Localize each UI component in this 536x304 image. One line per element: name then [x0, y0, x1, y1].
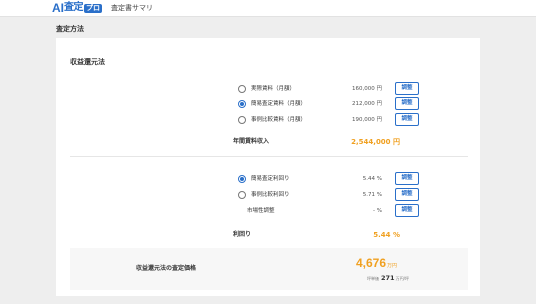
divider	[70, 156, 468, 157]
app-subtitle: 査定書サマリ	[111, 4, 153, 12]
adjust-button[interactable]: 調整	[395, 82, 419, 95]
valuation-price-label: 収益還元法の査定価格	[136, 265, 197, 272]
income-approach-card: 収益還元法 実際賃料（月額） 160,000 円 調整 簡易査定賃料（月額） 2…	[56, 38, 480, 296]
rent-row-actual: 実際賃料（月額） 160,000 円 調整	[56, 82, 480, 96]
adjust-button[interactable]: 調整	[395, 188, 419, 201]
yield-total-label: 利回り	[233, 231, 252, 238]
rent-label: 簡易査定賃料（月額）	[251, 101, 307, 107]
unit-price-unit: 万円/坪	[395, 276, 409, 281]
rent-value: 160,000 円	[352, 86, 382, 92]
annual-income-value: 2,544,000 円	[351, 138, 400, 146]
yield-value: 5.71 %	[362, 192, 382, 198]
yield-total-value: 5.44 %	[373, 231, 400, 239]
adjust-button[interactable]: 調整	[395, 204, 419, 217]
rent-row-comparison: 事例比較賃料（月額） 190,000 円 調整	[56, 113, 480, 127]
adjust-button[interactable]: 調整	[395, 172, 419, 185]
radio-simple-yield[interactable]	[238, 175, 246, 183]
valuation-price-unit: 万円	[387, 263, 398, 269]
radio-simple-rent[interactable]	[238, 100, 246, 108]
adjust-button[interactable]: 調整	[395, 97, 419, 110]
annual-income-label: 年間賃料収入	[233, 138, 270, 145]
yield-value: 5.44 %	[362, 176, 382, 182]
yield-row-market: 市場性調整 - % 調整	[56, 204, 480, 218]
yield-label: 簡易査定利回り	[251, 176, 290, 182]
rent-label: 実際賃料（月額）	[251, 86, 296, 92]
rent-value: 190,000 円	[352, 117, 382, 123]
radio-actual-rent[interactable]	[238, 85, 246, 93]
yield-row-simple: 簡易査定利回り 5.44 % 調整	[56, 172, 480, 186]
logo-kanji-text: 査定	[64, 2, 84, 13]
rent-row-simple: 簡易査定賃料（月額） 212,000 円 調整	[56, 97, 480, 111]
app-logo[interactable]: AI 査定 プロ	[52, 1, 102, 15]
unit-price-number: 271	[381, 274, 395, 282]
rent-value: 212,000 円	[352, 101, 382, 107]
card-title: 収益還元法	[70, 58, 105, 66]
logo-ai-text: AI	[52, 1, 64, 15]
yield-label: 市場性調整	[247, 208, 275, 214]
valuation-price-band: 収益還元法の査定価格 4,676万円 坪単価 271万円/坪	[70, 248, 468, 290]
rent-label: 事例比較賃料（月額）	[251, 117, 307, 123]
radio-comparison-rent[interactable]	[238, 116, 246, 124]
yield-value: - %	[373, 208, 382, 214]
unit-price-prefix: 坪単価	[367, 276, 379, 281]
yield-label: 事例比較利回り	[251, 192, 290, 198]
adjust-button[interactable]: 調整	[395, 113, 419, 126]
radio-comparison-yield[interactable]	[238, 191, 246, 199]
logo-pro-badge: プロ	[84, 3, 102, 13]
yield-row-comparison: 事例比較利回り 5.71 % 調整	[56, 188, 480, 202]
section-heading: 査定方法	[56, 25, 84, 33]
valuation-price-number: 4,676	[356, 256, 387, 270]
unit-price: 坪単価 271万円/坪	[367, 270, 409, 283]
app-header: AI 査定 プロ 査定書サマリ	[0, 0, 536, 17]
